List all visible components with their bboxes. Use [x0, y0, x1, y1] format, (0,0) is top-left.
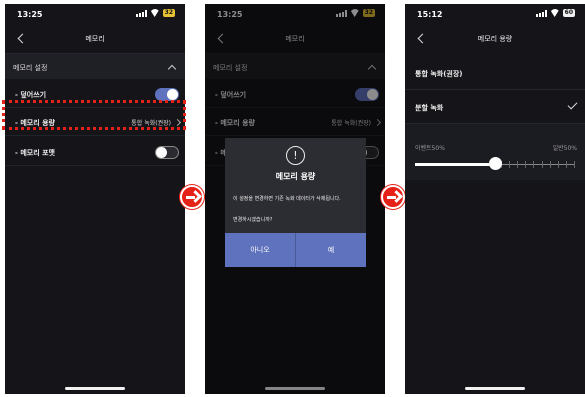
option-integrated-recording[interactable]: 통합 녹화(권장) [405, 56, 585, 90]
status-bar: 13:25 32 [5, 4, 185, 24]
home-indicator [465, 387, 525, 390]
dialog-message: 이 설정을 변경하면 기존 녹화 데이터가 삭제됩니다. [233, 196, 341, 202]
memory-format-row: - 메모리 포맷 [5, 138, 185, 166]
confirm-dialog: ! 메모리 용량 이 설정을 변경하면 기존 녹화 데이터가 삭제됩니다. 변경… [225, 138, 366, 267]
chevron-up-icon[interactable] [168, 63, 175, 70]
ratio-slider-section: 이벤트50% 일반50% [405, 124, 585, 180]
alert-icon: ! [286, 146, 305, 165]
slider-left-label: 이벤트50% [415, 145, 445, 152]
dialog-question: 변경하시겠습니까? [233, 217, 273, 223]
memory-format-toggle[interactable] [155, 146, 179, 159]
slider-ticks [501, 161, 575, 168]
checkmark-icon [567, 99, 578, 110]
nav-bar: 메모리 [5, 28, 185, 52]
arrow-right-icon [381, 185, 405, 209]
home-indicator [65, 387, 125, 390]
cancel-button[interactable]: 아니오 [225, 233, 296, 267]
nav-bar: 메모리 용량 [405, 28, 585, 52]
dialog-title: 메모리 용량 [275, 172, 316, 181]
slider-right-label: 일반50% [552, 145, 577, 152]
status-time: 15:12 [417, 10, 443, 19]
option-split-recording[interactable]: 분할 녹화 [405, 90, 585, 124]
signal-icon [535, 9, 547, 17]
memory-settings-section[interactable]: 메모리 설정 [5, 53, 185, 79]
status-time: 13:25 [17, 10, 43, 19]
battery-icon: 60 [562, 9, 575, 17]
status-bar: 15:12 60 [405, 4, 585, 24]
option-label: 통합 녹화(권장) [415, 70, 463, 78]
memory-format-label: - 메모리 포맷 [15, 149, 55, 157]
confirm-button[interactable]: 예 [296, 233, 366, 267]
wifi-icon [550, 9, 560, 17]
page-title: 메모리 용량 [477, 35, 513, 43]
signal-icon [135, 9, 147, 17]
section-title: 메모리 설정 [13, 64, 48, 72]
slider-thumb[interactable] [489, 157, 502, 170]
option-label: 분할 녹화 [415, 104, 444, 112]
overwrite-label: - 덮어쓰기 [15, 91, 47, 99]
screen-memory-capacity: 15:12 60 메모리 용량 통합 녹화(권장) 분할 녹화 이벤트50% 일… [405, 4, 585, 394]
screen-memory-settings: 13:25 32 메모리 메모리 설정 - 덮어쓰기 - 메모리 용량 통합 녹… [5, 4, 185, 394]
slider-fill [415, 163, 495, 166]
battery-icon: 32 [162, 9, 175, 17]
screen-confirm-dialog: 13:25 32 메모리 메모리 설정 - 덮어쓰기 - 메모리 용량 통합 녹… [205, 4, 385, 394]
highlight-box [2, 100, 186, 130]
arrow-right-icon [180, 185, 204, 209]
wifi-icon [150, 9, 160, 17]
page-title: 메모리 [85, 35, 105, 43]
